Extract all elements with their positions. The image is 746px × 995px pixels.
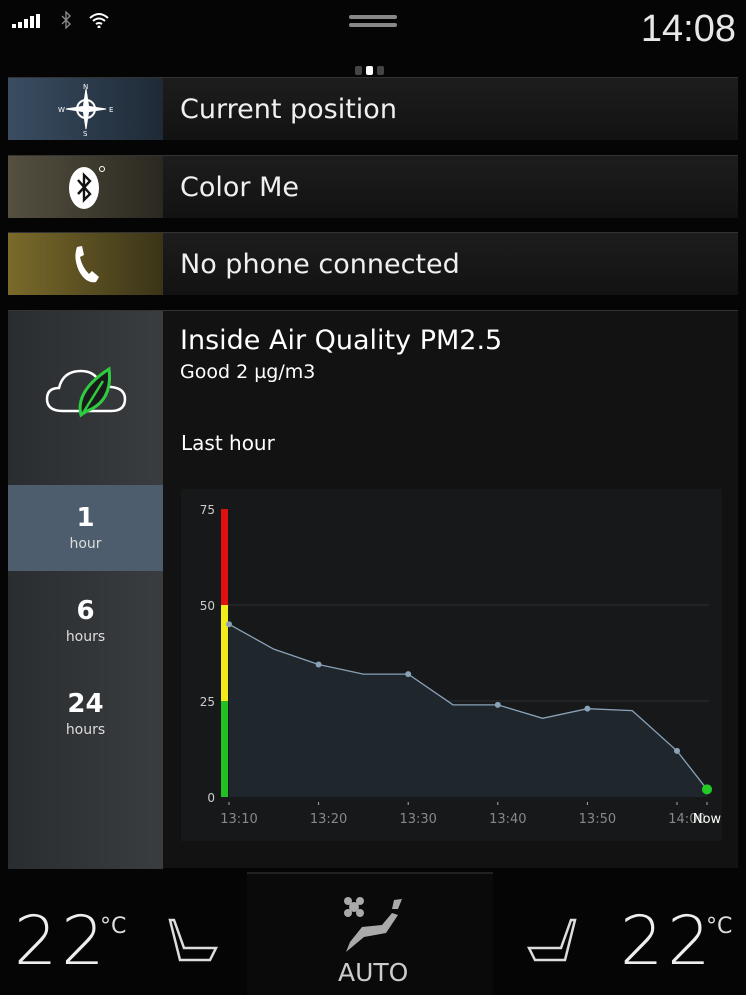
temp-unit: °C	[706, 914, 733, 939]
data-point	[584, 705, 591, 712]
tile-label: Current position	[180, 94, 397, 125]
x-tick-label: 13:50	[579, 812, 616, 827]
x-tick-label: 13:20	[310, 812, 347, 827]
band-25-50	[221, 605, 228, 701]
temp-value: 22	[620, 902, 715, 981]
range-sidebar: 1 hour 6 hours 24 hours	[8, 311, 163, 869]
tile-label: No phone connected	[180, 249, 460, 280]
range-option-1[interactable]: 1 hour	[8, 485, 163, 571]
air-quality-title: Inside Air Quality PM2.5	[180, 325, 503, 356]
svg-text:W: W	[58, 106, 65, 114]
cloud-leaf-icon	[45, 366, 127, 418]
chart-svg: 025507513:10 13:20 13:30 13:40 13:50 14:00Now	[200, 503, 722, 827]
current-point	[702, 784, 712, 795]
range-unit: hours	[65, 722, 106, 738]
y-tick-label: 50	[200, 599, 215, 613]
tile-navigation[interactable]: N S W E Current position	[8, 77, 738, 140]
signal-bars-icon	[12, 14, 40, 28]
temp-value: 22	[14, 902, 109, 981]
bluetooth-icon	[8, 156, 163, 218]
period-label: Last hour	[181, 431, 275, 455]
svg-text:E: E	[109, 106, 113, 114]
data-point	[494, 701, 501, 708]
range-option-24[interactable]: 24 hours	[8, 671, 163, 757]
y-tick-label: 25	[200, 695, 215, 709]
climate-bar: 22 °C AUTO 22 °C	[0, 870, 746, 995]
seat-heat-right-icon[interactable]	[525, 918, 577, 964]
airflow-auto-icon[interactable]	[342, 897, 408, 953]
page-indicator	[355, 66, 384, 75]
range-value: 1	[76, 503, 95, 533]
range-option-6[interactable]: 6 hours	[8, 578, 163, 664]
range-unit: hours	[65, 629, 106, 645]
band-50-75	[221, 509, 228, 605]
y-tick-label: 0	[207, 791, 215, 805]
range-value: 6	[76, 596, 95, 626]
range-unit: hour	[69, 536, 102, 552]
data-point	[405, 671, 412, 678]
right-temperature[interactable]: 22 °C	[620, 902, 732, 981]
status-bar: 14:08	[0, 0, 746, 75]
phone-icon	[8, 233, 163, 295]
x-tick-label: 13:40	[489, 812, 526, 827]
tile-bluetooth-device[interactable]: Color Me	[8, 155, 738, 218]
range-value: 24	[67, 689, 104, 719]
air-quality-panel: 1 hour 6 hours 24 hours Inside Air Quality PM…	[8, 310, 738, 869]
compass-icon: N S W E	[8, 78, 163, 140]
x-tick-label: 13:10	[220, 812, 257, 827]
svg-text:S: S	[83, 130, 88, 137]
seat-heat-left-icon[interactable]	[168, 918, 220, 964]
x-tick-label: Now	[693, 812, 722, 827]
clock: 14:08	[640, 8, 736, 50]
data-point	[315, 661, 322, 668]
data-point	[226, 621, 232, 628]
data-point	[674, 747, 680, 754]
wifi-icon	[89, 13, 109, 28]
temp-unit: °C	[100, 914, 127, 939]
x-tick-label: 13:30	[399, 812, 436, 827]
band-0-25	[221, 701, 228, 797]
air-quality-status: Good 2 µg/m3	[180, 361, 316, 383]
tile-phone[interactable]: No phone connected	[8, 232, 738, 295]
bluetooth-icon	[61, 11, 71, 29]
y-tick-label: 75	[200, 503, 215, 517]
tile-label: Color Me	[180, 172, 299, 203]
drag-handle[interactable]	[349, 15, 397, 28]
area-fill	[229, 624, 707, 797]
svg-text:N: N	[83, 83, 88, 91]
left-temperature[interactable]: 22 °C	[14, 902, 126, 981]
pm25-chart: 0 25 50 75 13:10 13:20 13:30 13:40 13:50 14:00 Now	[181, 489, 722, 841]
climate-mode: AUTO	[338, 958, 409, 987]
